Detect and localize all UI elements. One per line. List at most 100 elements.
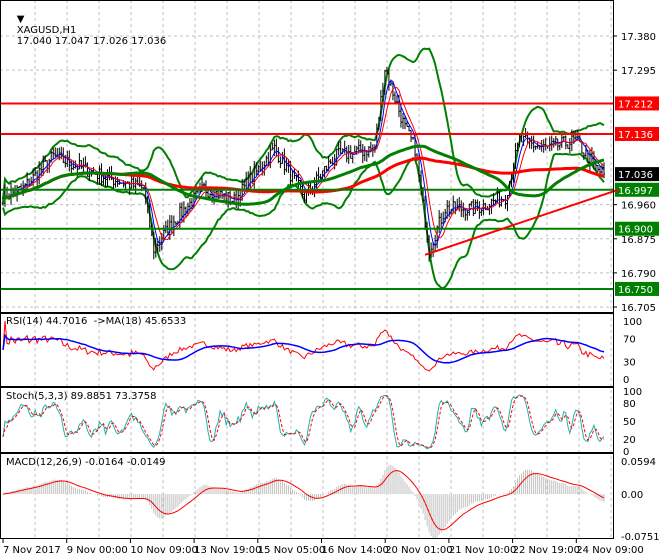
price-bar [408, 125, 411, 132]
price-bar [480, 209, 483, 216]
price-axis-label: 16.960 [621, 201, 656, 212]
price-bar [291, 170, 294, 183]
price-bar [138, 176, 141, 188]
price-bar [219, 190, 222, 199]
time-axis-label: 10 Nov 09:00 [130, 545, 197, 556]
ohlc-values: 17.040 17.047 17.026 17.036 [16, 36, 167, 47]
price-axis-label: 17.295 [621, 66, 656, 77]
price-bar [466, 209, 469, 221]
price-bar [329, 159, 332, 165]
time-axis-label: 16 Nov 14:00 [322, 545, 389, 556]
macd-axis-label: 0.00 [621, 490, 643, 501]
price-bar [188, 197, 191, 213]
price-tag-label: 16.750 [618, 285, 653, 296]
price-bar [560, 133, 563, 148]
price-bar [18, 186, 21, 189]
price-bar [339, 141, 342, 154]
time-axis-label: 13 Nov 19:00 [194, 545, 261, 556]
price-bar [134, 177, 137, 194]
price-bar [568, 138, 571, 153]
price-bar [472, 199, 475, 217]
price-bar [566, 144, 569, 149]
price-bar [323, 166, 326, 178]
price-bar [279, 156, 282, 169]
price-bar [164, 220, 167, 234]
price-axis-label: 17.380 [621, 32, 656, 43]
macd-axis-label: -0.0751 [621, 532, 660, 543]
chart-window: 17.380 17.295 16.960 16.875 16.790 16.705 17.2… [0, 0, 660, 560]
price-bar [170, 215, 173, 234]
price-tag-label: 17.136 [618, 130, 653, 141]
price-bar [478, 201, 481, 219]
price-bar [532, 135, 535, 153]
price-bar [548, 136, 551, 152]
macd-signal-line [2, 470, 605, 531]
price-bar [550, 135, 553, 151]
rsi-axis-label: 30 [623, 358, 636, 369]
rsi-axis-label: 0 [623, 375, 629, 386]
price-bar [96, 173, 99, 184]
time-axis-label: 20 Nov 01:00 [385, 545, 452, 556]
price-bar [410, 130, 413, 142]
chart-canvas: 17.380 17.295 16.960 16.875 16.790 16.705 17.2… [0, 0, 660, 556]
rsi-axis-label: 100 [623, 317, 642, 328]
price-bar [534, 145, 537, 150]
price-tag-label: 17.212 [618, 99, 653, 110]
price-bar [265, 155, 268, 167]
price-bar [506, 195, 509, 212]
price-bar [106, 169, 109, 188]
price-bar [10, 182, 13, 205]
symbol-label: XAGUSD,H1 [16, 25, 77, 36]
time-axis-label: 22 Nov 19:00 [513, 545, 580, 556]
price-bar [412, 136, 415, 140]
price-tag-label: 16.997 [618, 186, 653, 197]
price-bar [588, 148, 591, 171]
price-bar [393, 91, 396, 103]
price-bar [172, 215, 175, 237]
price-bar [504, 195, 507, 209]
price-bar [295, 174, 298, 182]
rsi-axis-label: 70 [623, 334, 636, 345]
price-bar [361, 144, 364, 164]
stoch-axis-label: 50 [623, 417, 636, 428]
stoch-axis-label: 20 [623, 435, 636, 446]
stoch-signal-line [2, 395, 605, 449]
price-bar [544, 137, 547, 151]
stoch-axis-label: 80 [623, 399, 636, 410]
price-bar [293, 168, 296, 179]
current-price-label: 17.036 [618, 170, 653, 181]
price-bar [434, 234, 437, 253]
price-bar [470, 201, 473, 207]
price-bar [249, 166, 252, 190]
price-bar [209, 192, 212, 199]
price-bar [556, 138, 559, 151]
price-bar [275, 138, 278, 158]
price-bar [440, 212, 443, 229]
rsi-title: RSI(14) 44.7016 ->MA(18) 45.6533 [6, 316, 187, 327]
price-bar [363, 146, 366, 162]
time-axis-label: 7 Nov 2017 [3, 545, 61, 556]
price-bar [347, 144, 350, 164]
price-bar [116, 177, 119, 187]
price-bar [524, 127, 527, 138]
time-axis-label: 9 Nov 00:00 [67, 545, 128, 556]
price-tag-label: 16.900 [618, 225, 653, 236]
price-bar [401, 113, 404, 130]
macd-axis-label: 0.0594 [621, 457, 656, 468]
price-bar [343, 140, 346, 154]
price-bar [488, 203, 491, 216]
price-bar [54, 147, 57, 158]
time-axis-label: 15 Nov 05:00 [258, 545, 325, 556]
rsi-line [2, 320, 605, 372]
price-axis-label: 16.875 [621, 235, 656, 246]
price-axis-label: 16.705 [621, 303, 656, 314]
price-bar [285, 157, 288, 173]
stoch-title: Stoch(5,3,3) 89.8851 73.3758 [6, 391, 157, 402]
macd-title: MACD(12,26,9) -0.0164 -0.0149 [6, 457, 166, 468]
trend-line [424, 188, 619, 256]
dropdown-arrow-icon[interactable]: ▼ [17, 14, 25, 25]
price-bar [464, 209, 467, 221]
price-bar [460, 200, 463, 218]
time-axis-label: 24 Nov 09:00 [576, 545, 643, 556]
price-axis-label: 16.790 [621, 269, 656, 280]
